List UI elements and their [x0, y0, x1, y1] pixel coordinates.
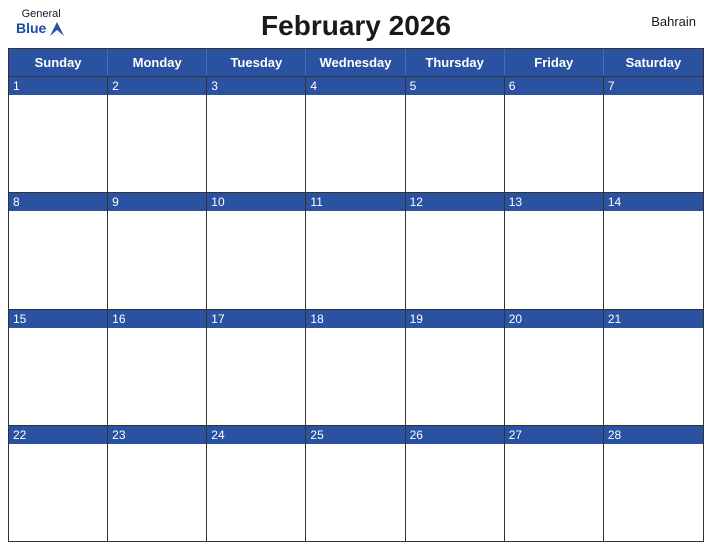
day-cell-26[interactable]: 26	[406, 426, 505, 541]
day-cell-12[interactable]: 12	[406, 193, 505, 308]
day-number-10: 10	[207, 193, 305, 211]
day-cell-22[interactable]: 22	[9, 426, 108, 541]
country-label: Bahrain	[651, 14, 696, 29]
day-cell-8[interactable]: 8	[9, 193, 108, 308]
day-number-21: 21	[604, 310, 703, 328]
logo: General Blue	[16, 8, 66, 38]
day-number-2: 2	[108, 77, 206, 95]
header-wednesday: Wednesday	[306, 49, 405, 76]
day-cell-23[interactable]: 23	[108, 426, 207, 541]
day-number-5: 5	[406, 77, 504, 95]
day-number-20: 20	[505, 310, 603, 328]
day-cell-16[interactable]: 16	[108, 310, 207, 425]
day-cell-27[interactable]: 27	[505, 426, 604, 541]
day-cell-2[interactable]: 2	[108, 77, 207, 192]
header-tuesday: Tuesday	[207, 49, 306, 76]
day-number-27: 27	[505, 426, 603, 444]
page-title: February 2026	[261, 10, 451, 42]
day-cell-25[interactable]: 25	[306, 426, 405, 541]
week-1: 1 2 3 4 5 6 7	[9, 76, 703, 192]
header-saturday: Saturday	[604, 49, 703, 76]
calendar-grid: Sunday Monday Tuesday Wednesday Thursday…	[8, 48, 704, 542]
day-cell-11[interactable]: 11	[306, 193, 405, 308]
weeks-container: 1 2 3 4 5 6 7 8 9 10 11 12 13 14 15 16 1…	[9, 76, 703, 541]
day-cell-4[interactable]: 4	[306, 77, 405, 192]
day-number-6: 6	[505, 77, 603, 95]
day-cell-28[interactable]: 28	[604, 426, 703, 541]
day-cell-5[interactable]: 5	[406, 77, 505, 192]
week-3: 15 16 17 18 19 20 21	[9, 309, 703, 425]
day-cell-9[interactable]: 9	[108, 193, 207, 308]
day-number-11: 11	[306, 193, 404, 211]
header-friday: Friday	[505, 49, 604, 76]
day-number-3: 3	[207, 77, 305, 95]
day-cell-7[interactable]: 7	[604, 77, 703, 192]
day-number-22: 22	[9, 426, 107, 444]
day-cell-1[interactable]: 1	[9, 77, 108, 192]
day-number-1: 1	[9, 77, 107, 95]
day-number-13: 13	[505, 193, 603, 211]
day-cell-21[interactable]: 21	[604, 310, 703, 425]
day-cell-13[interactable]: 13	[505, 193, 604, 308]
day-number-18: 18	[306, 310, 404, 328]
day-number-15: 15	[9, 310, 107, 328]
day-number-8: 8	[9, 193, 107, 211]
day-number-23: 23	[108, 426, 206, 444]
day-number-14: 14	[604, 193, 703, 211]
day-cell-17[interactable]: 17	[207, 310, 306, 425]
day-cell-20[interactable]: 20	[505, 310, 604, 425]
day-number-12: 12	[406, 193, 504, 211]
day-cell-19[interactable]: 19	[406, 310, 505, 425]
day-number-9: 9	[108, 193, 206, 211]
day-cell-14[interactable]: 14	[604, 193, 703, 308]
day-headers-row: Sunday Monday Tuesday Wednesday Thursday…	[9, 49, 703, 76]
day-number-28: 28	[604, 426, 703, 444]
day-number-25: 25	[306, 426, 404, 444]
day-number-17: 17	[207, 310, 305, 328]
header-monday: Monday	[108, 49, 207, 76]
header-thursday: Thursday	[406, 49, 505, 76]
day-number-16: 16	[108, 310, 206, 328]
day-cell-24[interactable]: 24	[207, 426, 306, 541]
day-number-19: 19	[406, 310, 504, 328]
day-cell-6[interactable]: 6	[505, 77, 604, 192]
calendar-header: General Blue February 2026 Bahrain	[0, 0, 712, 48]
logo-blue-text: Blue	[16, 21, 46, 36]
day-cell-3[interactable]: 3	[207, 77, 306, 192]
logo-icon	[48, 20, 66, 38]
week-4: 22 23 24 25 26 27 28	[9, 425, 703, 541]
header-sunday: Sunday	[9, 49, 108, 76]
day-number-7: 7	[604, 77, 703, 95]
week-2: 8 9 10 11 12 13 14	[9, 192, 703, 308]
day-cell-18[interactable]: 18	[306, 310, 405, 425]
day-cell-15[interactable]: 15	[9, 310, 108, 425]
day-number-26: 26	[406, 426, 504, 444]
day-cell-10[interactable]: 10	[207, 193, 306, 308]
day-number-24: 24	[207, 426, 305, 444]
logo-general-text: General	[22, 8, 61, 20]
day-number-4: 4	[306, 77, 404, 95]
